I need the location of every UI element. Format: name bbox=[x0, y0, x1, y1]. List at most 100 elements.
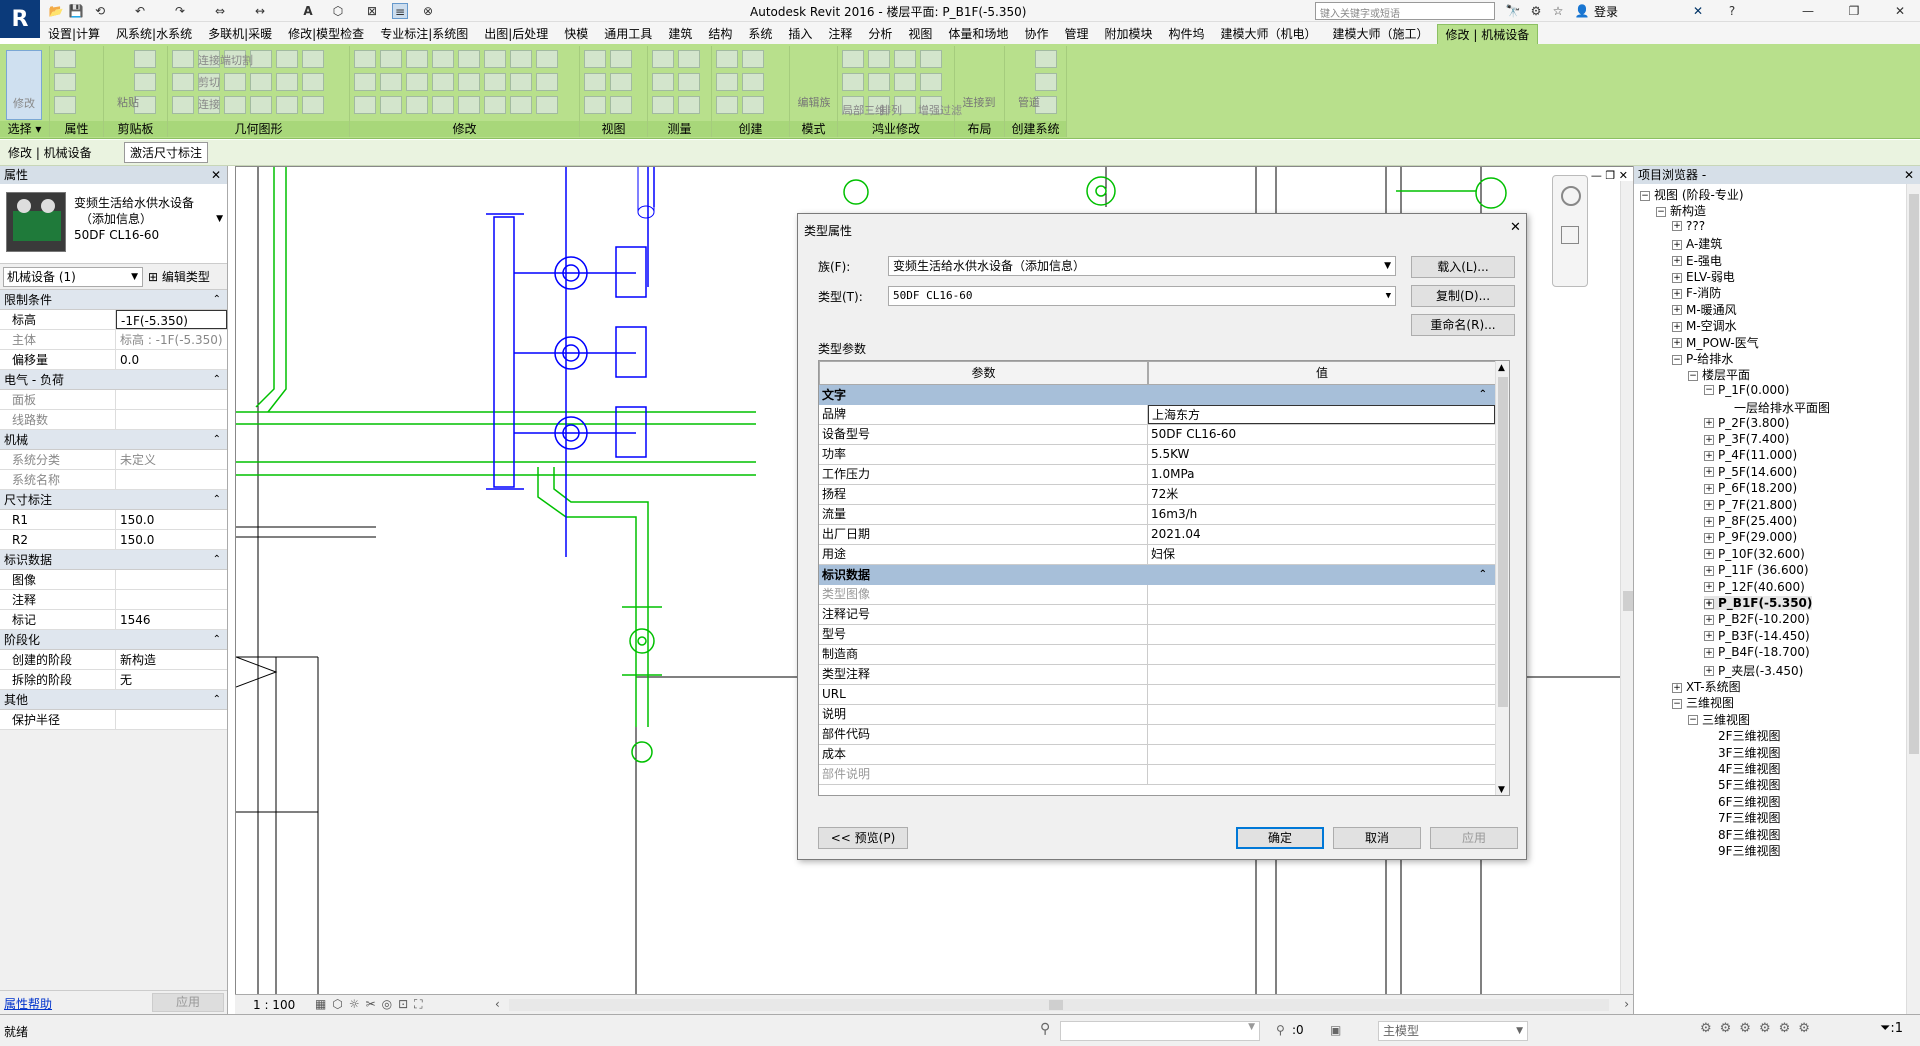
ribbon-panel-label[interactable]: 创建系统 bbox=[1005, 121, 1066, 137]
star-icon[interactable]: ☆ bbox=[1550, 3, 1566, 19]
property-section[interactable]: 尺寸标注 ⌃ bbox=[0, 490, 227, 510]
ribbon-tool-icon[interactable] bbox=[250, 96, 272, 114]
ribbon-tool-icon[interactable] bbox=[716, 50, 738, 68]
browser-node[interactable]: − P-给排水 bbox=[1672, 350, 1733, 367]
ribbon-tool-icon[interactable] bbox=[484, 96, 506, 114]
user-icon[interactable]: 👤 bbox=[1574, 3, 1590, 19]
grid-scrollbar[interactable]: ▲ ▼ bbox=[1495, 361, 1509, 795]
browser-node[interactable]: − 三维视图 bbox=[1672, 694, 1734, 711]
param-value[interactable] bbox=[1148, 765, 1495, 784]
ribbon-tab[interactable]: 建模大师（机电） bbox=[1213, 24, 1325, 44]
expand-icon[interactable]: + bbox=[1704, 647, 1714, 658]
browser-node[interactable]: 2F三维视图 bbox=[1704, 727, 1781, 744]
property-section[interactable]: 其他 ⌃ bbox=[0, 690, 227, 710]
login-link[interactable]: 登录 bbox=[1594, 3, 1618, 20]
ribbon-tool-icon[interactable] bbox=[678, 73, 700, 91]
browser-node[interactable]: + F-消防 bbox=[1672, 284, 1721, 301]
param-value[interactable]: 50DF CL16-60 bbox=[1148, 425, 1495, 444]
expand-icon[interactable]: + bbox=[1704, 516, 1714, 527]
param-section[interactable]: 标识数据 ⌃ bbox=[819, 565, 1495, 585]
param-value[interactable] bbox=[1148, 725, 1495, 744]
browser-node[interactable]: + P_3F(7.400) bbox=[1704, 432, 1790, 446]
expand-icon[interactable]: + bbox=[1672, 288, 1682, 299]
collapse-icon[interactable]: − bbox=[1704, 385, 1714, 396]
param-section[interactable]: 文字 ⌃ bbox=[819, 385, 1495, 405]
redo-icon[interactable]: ↷ bbox=[172, 3, 188, 19]
help-icon[interactable]: ? bbox=[1724, 3, 1740, 19]
ribbon-panel-label[interactable]: 鸿业修改 bbox=[838, 121, 954, 137]
property-value[interactable]: 150.0 bbox=[116, 530, 227, 549]
browser-scrollbar[interactable] bbox=[1906, 184, 1920, 1014]
steering-wheel-icon[interactable] bbox=[1561, 186, 1581, 206]
close-views-icon[interactable]: ⊗ bbox=[420, 3, 436, 19]
ribbon-tool-icon[interactable] bbox=[742, 50, 764, 68]
browser-node[interactable]: − 楼层平面 bbox=[1688, 366, 1750, 383]
property-section[interactable]: 机械 ⌃ bbox=[0, 430, 227, 450]
browser-node[interactable]: − P_1F(0.000) bbox=[1704, 383, 1790, 397]
close-icon[interactable]: ✕ bbox=[1510, 220, 1521, 235]
expand-icon[interactable]: + bbox=[1704, 549, 1714, 560]
ribbon-panel-label[interactable]: 几何图形 bbox=[168, 121, 349, 137]
property-value[interactable] bbox=[116, 470, 227, 489]
ribbon-tool-icon[interactable] bbox=[716, 73, 738, 91]
ribbon-tool-icon[interactable] bbox=[536, 96, 558, 114]
ribbon-panel-label[interactable]: 测量 bbox=[648, 121, 711, 137]
ribbon-tab[interactable]: 插入 bbox=[780, 24, 820, 44]
ribbon-tool-icon[interactable] bbox=[584, 96, 606, 114]
preview-button[interactable]: << 预览(P) bbox=[818, 827, 908, 849]
ribbon-tool-icon[interactable] bbox=[510, 73, 532, 91]
filter-icon[interactable]: ⏷:1 bbox=[1880, 1021, 1903, 1036]
ribbon-tab[interactable]: 注释 bbox=[820, 24, 860, 44]
undo-icon[interactable]: ↶ bbox=[132, 3, 148, 19]
binoculars-icon[interactable]: 🔭 bbox=[1505, 3, 1521, 19]
close-hidden-icon[interactable]: ⊠ bbox=[364, 3, 380, 19]
expand-icon[interactable]: + bbox=[1672, 682, 1682, 693]
editable-icon[interactable]: ⚲ bbox=[1276, 1023, 1285, 1037]
ribbon-tool-icon[interactable] bbox=[868, 73, 890, 91]
ribbon-tool-icon[interactable] bbox=[742, 96, 764, 114]
ribbon-tool-icon[interactable] bbox=[54, 73, 76, 91]
browser-node[interactable]: − 新构造 bbox=[1656, 202, 1706, 219]
browser-node[interactable]: + P_4F(11.000) bbox=[1704, 448, 1797, 462]
param-value[interactable]: 2021.04 bbox=[1148, 525, 1495, 544]
ribbon-big-button[interactable]: 连接到 bbox=[961, 50, 997, 120]
property-value[interactable]: 标高 : -1F(-5.350) bbox=[116, 330, 227, 349]
ribbon-tab[interactable]: 设置|计算 bbox=[40, 24, 108, 44]
ribbon-item-label[interactable]: 排列 bbox=[880, 102, 902, 118]
ribbon-item-label[interactable]: 连接 bbox=[198, 96, 220, 112]
browser-node[interactable]: 6F三维视图 bbox=[1704, 793, 1781, 810]
ribbon-item-label[interactable]: 连接端切割 bbox=[198, 52, 253, 68]
param-value[interactable] bbox=[1148, 705, 1495, 724]
ribbon-panel-label[interactable]: 剪贴板 bbox=[104, 121, 167, 137]
param-value[interactable]: 妇保 bbox=[1148, 545, 1495, 564]
property-section[interactable]: 标识数据 ⌃ bbox=[0, 550, 227, 570]
param-value[interactable] bbox=[1148, 745, 1495, 764]
browser-node[interactable]: + P_2F(3.800) bbox=[1704, 416, 1790, 430]
property-section[interactable]: 阶段化 ⌃ bbox=[0, 630, 227, 650]
ok-button[interactable]: 确定 bbox=[1236, 827, 1324, 849]
ribbon-tool-icon[interactable] bbox=[920, 73, 942, 91]
open-icon[interactable]: 📂 bbox=[48, 3, 64, 19]
ribbon-tab[interactable]: 快模 bbox=[556, 24, 596, 44]
expand-icon[interactable]: + bbox=[1672, 272, 1682, 283]
browser-node[interactable]: + P_7F(21.800) bbox=[1704, 498, 1797, 512]
zoom-icon[interactable] bbox=[1561, 226, 1579, 244]
view-tools-icon[interactable]: ▦⬡☼✂◎⊡⛶ bbox=[315, 997, 429, 1012]
rename-button[interactable]: 重命名(R)... bbox=[1411, 314, 1515, 336]
exchange-icon[interactable]: ✕ bbox=[1690, 3, 1706, 19]
browser-node[interactable]: 9F三维视图 bbox=[1704, 842, 1781, 859]
expand-icon[interactable]: + bbox=[1672, 305, 1682, 316]
ribbon-tool-icon[interactable] bbox=[894, 73, 916, 91]
ribbon-tool-icon[interactable] bbox=[224, 96, 246, 114]
expand-icon[interactable]: + bbox=[1704, 450, 1714, 461]
ribbon-tool-icon[interactable] bbox=[276, 73, 298, 91]
browser-node[interactable]: 一层给排水平面图 bbox=[1720, 399, 1830, 416]
ribbon-tool-icon[interactable] bbox=[652, 96, 674, 114]
expand-icon[interactable]: + bbox=[1704, 598, 1714, 609]
save-icon[interactable]: 💾 bbox=[68, 3, 84, 19]
ribbon-tool-icon[interactable] bbox=[678, 96, 700, 114]
text-icon[interactable]: A bbox=[300, 3, 316, 19]
ribbon-tool-icon[interactable] bbox=[610, 96, 632, 114]
subscription-icon[interactable]: ⚙ bbox=[1528, 3, 1544, 19]
ribbon-tool-icon[interactable] bbox=[652, 73, 674, 91]
